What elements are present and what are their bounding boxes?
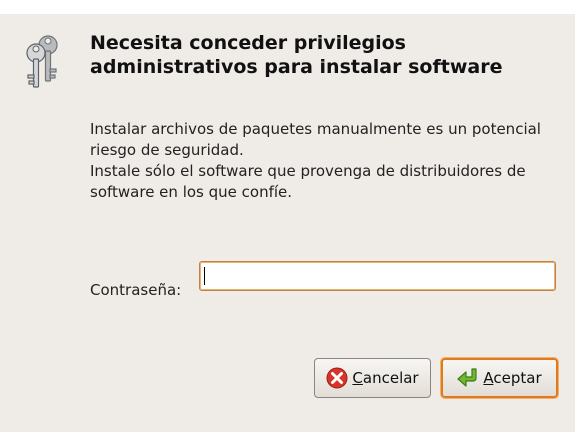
message-line-2: riesgo de seguridad.	[90, 141, 244, 159]
cancel-mnemonic: C	[352, 369, 363, 387]
cancel-label-rest: ancelar	[362, 369, 419, 387]
accept-button[interactable]: Aceptar	[441, 358, 558, 398]
keys-icon	[20, 31, 66, 89]
message-line-4: software en los que confíe.	[90, 183, 293, 201]
message-line-3: Instale sólo el software que provenga de…	[90, 162, 526, 180]
cancel-icon	[326, 367, 348, 389]
password-label: Contraseña:	[90, 281, 182, 299]
text-caret	[204, 267, 205, 285]
accept-button-label: Aceptar	[483, 369, 541, 387]
dialog-title-line-2: administrativos para instalar software	[90, 56, 503, 78]
accept-label-rest: ceptar	[493, 369, 542, 387]
dialog-title-line-1: Necesita conceder privilegios	[90, 32, 406, 54]
cancel-button-label: Cancelar	[352, 369, 418, 387]
dialog-title: Necesita conceder privilegios administra…	[90, 31, 560, 79]
password-field[interactable]	[199, 261, 556, 291]
dialog-message: Instalar archivos de paquetes manualment…	[90, 119, 568, 203]
accept-mnemonic: A	[483, 369, 494, 387]
message-line-1: Instalar archivos de paquetes manualment…	[90, 120, 541, 138]
cancel-button[interactable]: Cancelar	[314, 358, 431, 398]
enter-arrow-icon	[457, 367, 479, 389]
